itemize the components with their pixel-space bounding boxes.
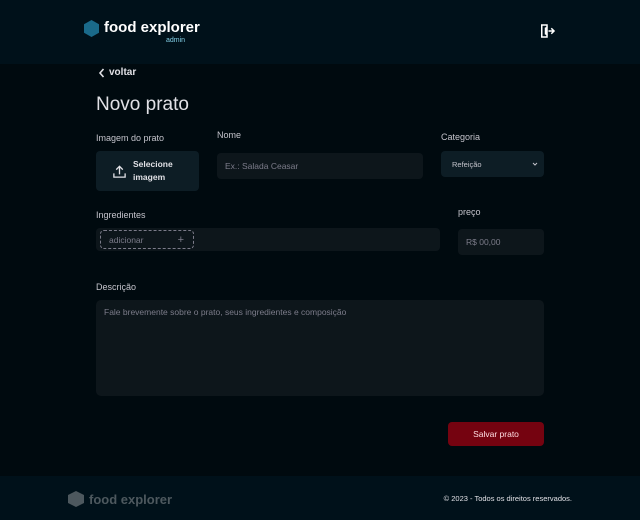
- name-input[interactable]: [217, 153, 423, 179]
- hexagon-logo-icon: [68, 491, 84, 507]
- plus-icon[interactable]: +: [178, 234, 184, 246]
- footer-brand: food explorer: [89, 491, 173, 507]
- name-label: Nome: [217, 130, 242, 140]
- price-label: preço: [458, 207, 481, 217]
- upload-button-label: Selecione imagem: [133, 159, 173, 182]
- brand-name: food explorer: [104, 19, 200, 36]
- image-upload-button[interactable]: Selecione imagem: [96, 151, 199, 191]
- back-link[interactable]: voltar: [98, 67, 136, 78]
- footer: food explorer © 2023 - Todos os direitos…: [0, 476, 640, 520]
- add-ingredient-placeholder: adicionar: [109, 234, 144, 245]
- category-selected: Refeição: [452, 159, 482, 169]
- save-dish-button[interactable]: Salvar prato: [448, 422, 544, 446]
- footer-logo: food explorer: [68, 491, 172, 507]
- description-textarea[interactable]: [96, 300, 544, 396]
- header-logo[interactable]: food explorer admin: [84, 19, 200, 44]
- ingredients-field: adicionar +: [96, 228, 440, 251]
- description-label: Descrição: [96, 282, 137, 292]
- upload-icon: [113, 164, 126, 178]
- copyright-text: © 2023 - Todos os direitos reservados.: [443, 494, 572, 503]
- price-input[interactable]: [458, 229, 544, 255]
- chevron-left-icon: [98, 67, 105, 78]
- image-label: Imagem do prato: [96, 133, 165, 143]
- page-title: Novo prato: [96, 94, 189, 115]
- category-label: Categoria: [441, 132, 481, 142]
- header: food explorer admin: [0, 0, 640, 64]
- hexagon-logo-icon: [84, 20, 99, 37]
- admin-badge: admin: [166, 37, 186, 44]
- logout-icon[interactable]: [538, 22, 556, 40]
- chevron-down-icon: [532, 162, 538, 166]
- add-ingredient-tag[interactable]: adicionar +: [100, 230, 194, 249]
- ingredients-label: Ingredientes: [96, 210, 146, 220]
- back-label: voltar: [109, 67, 137, 78]
- category-select[interactable]: Refeição: [441, 151, 544, 177]
